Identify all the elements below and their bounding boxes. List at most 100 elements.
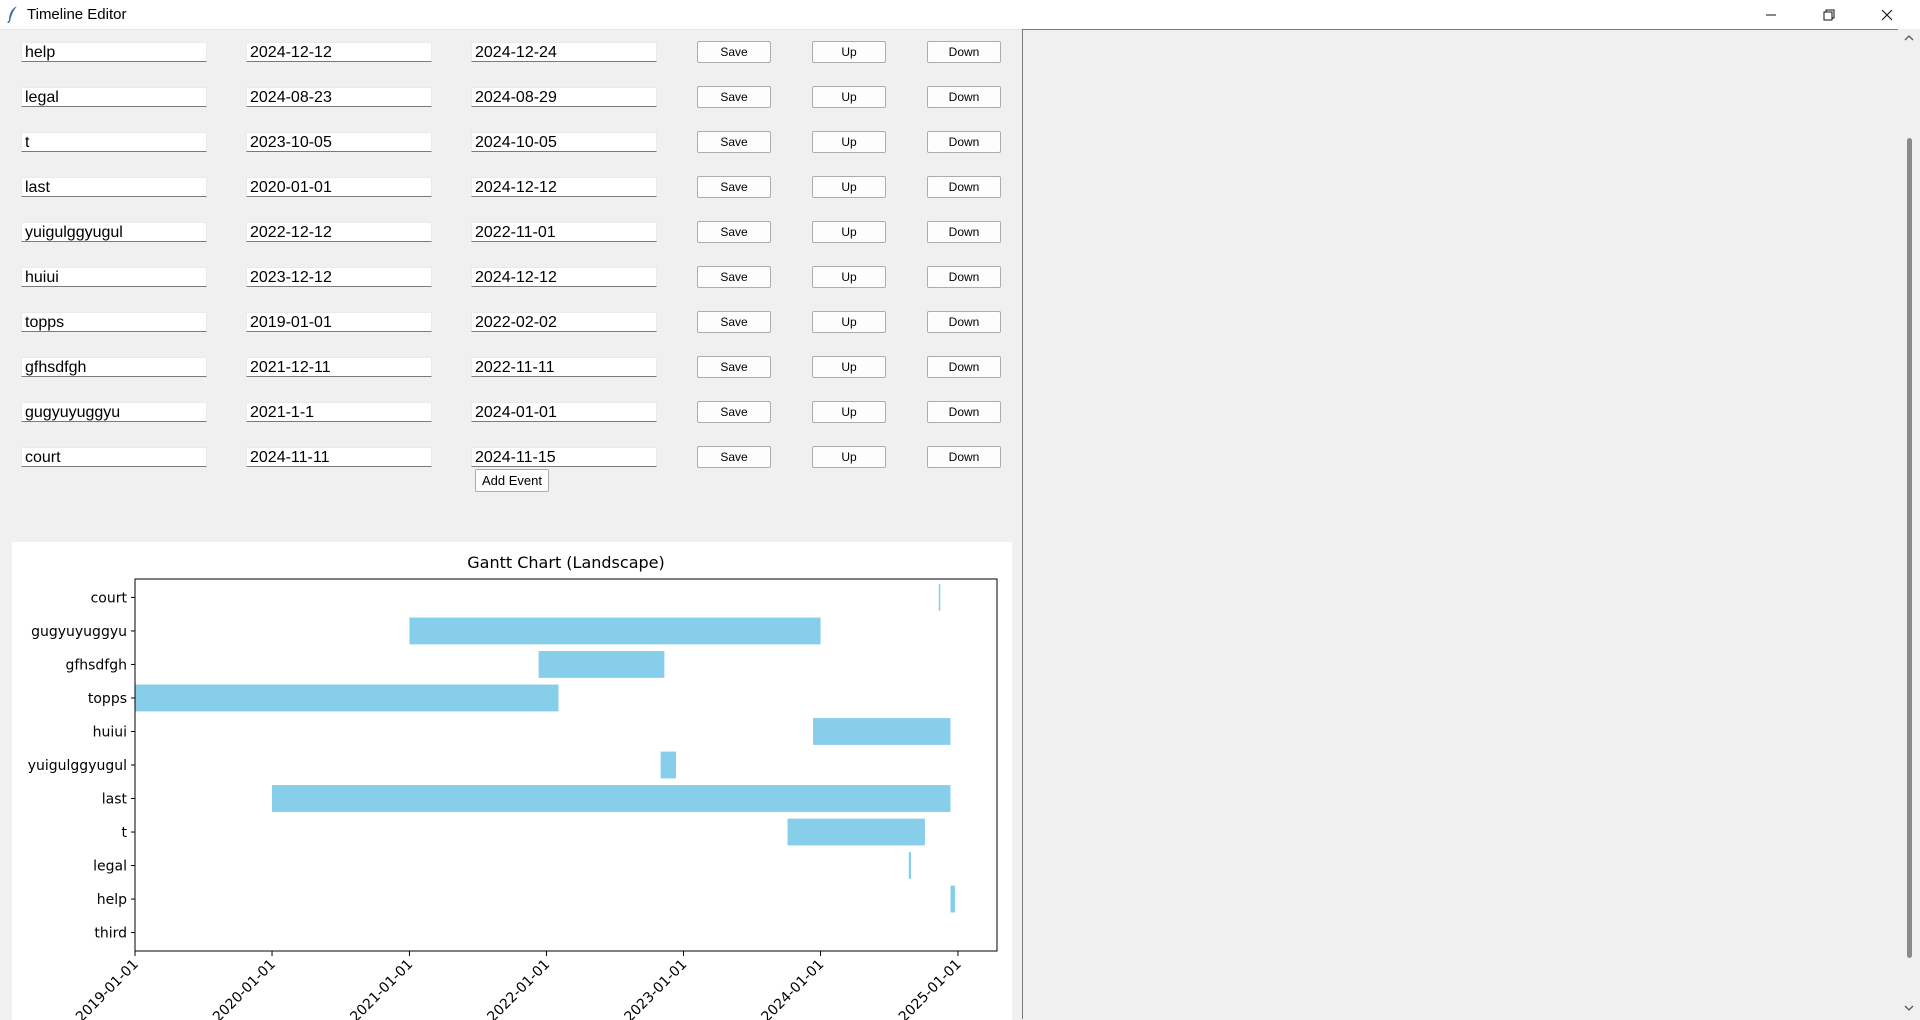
event-name-field[interactable]: help (21, 42, 207, 62)
move-up-button[interactable]: Up (812, 41, 886, 63)
event-start-field[interactable]: 2020-01-01 (246, 177, 432, 197)
move-down-button[interactable]: Down (927, 131, 1001, 153)
gantt-bar (272, 785, 951, 812)
gantt-bar (813, 718, 951, 745)
event-end-field[interactable]: 2024-12-24 (471, 42, 657, 62)
event-start-field[interactable]: 2021-12-11 (246, 357, 432, 377)
close-button[interactable] (1858, 0, 1916, 29)
y-tick-label: legal (93, 859, 127, 875)
move-down-button[interactable]: Down (927, 41, 1001, 63)
move-down-button[interactable]: Down (927, 356, 1001, 378)
save-button[interactable]: Save (697, 446, 771, 468)
event-row: gugyuyuggyu 2021-1-1 2024-01-01 Save Up Down (0, 385, 1022, 430)
event-end-field[interactable]: 2024-08-29 (471, 87, 657, 107)
move-up-button[interactable]: Up (812, 86, 886, 108)
move-down-button[interactable]: Down (927, 176, 1001, 198)
gantt-chart: Gantt Chart (Landscape) third help legal t la… (28, 553, 998, 1020)
move-up-button[interactable]: Up (812, 221, 886, 243)
save-button[interactable]: Save (697, 86, 771, 108)
save-button[interactable]: Save (697, 311, 771, 333)
event-name-field[interactable]: topps (21, 312, 207, 332)
gantt-bar (908, 852, 912, 879)
event-name-field[interactable]: gugyuyuggyu (21, 402, 207, 422)
event-name-field[interactable]: yuigulggyugul (21, 222, 207, 242)
event-end-field[interactable]: 2024-12-12 (471, 267, 657, 287)
gantt-bar (660, 751, 677, 779)
save-button[interactable]: Save (697, 221, 771, 243)
event-row: last 2020-01-01 2024-12-12 Save Up Down (0, 160, 1022, 205)
event-start-field[interactable]: 2022-12-12 (246, 222, 432, 242)
event-end-field[interactable]: 2024-10-05 (471, 132, 657, 152)
move-down-button[interactable]: Down (927, 446, 1001, 468)
y-tick-label: help (97, 892, 127, 908)
move-up-button[interactable]: Up (812, 131, 886, 153)
chart-title: Gantt Chart (Landscape) (467, 553, 664, 572)
move-down-button[interactable]: Down (927, 311, 1001, 333)
x-tick-label: 2021-01-01 (347, 957, 416, 1020)
event-start-field[interactable]: 2019-01-01 (246, 312, 432, 332)
move-up-button[interactable]: Up (812, 446, 886, 468)
event-row: yuigulggyugul 2022-12-12 2022-11-01 Save Up D… (0, 205, 1022, 250)
gantt-bar (409, 617, 821, 645)
gantt-bar (950, 885, 955, 913)
move-up-button[interactable]: Up (812, 266, 886, 288)
event-start-field[interactable]: 2023-12-12 (246, 267, 432, 287)
save-button[interactable]: Save (697, 131, 771, 153)
minimize-icon (1766, 14, 1776, 15)
save-button[interactable]: Save (697, 41, 771, 63)
x-tick-label: 2023-01-01 (621, 957, 690, 1020)
event-start-field[interactable]: 2021-1-1 (246, 402, 432, 422)
event-end-field[interactable]: 2024-11-15 (471, 447, 657, 467)
y-tick-label: gugyuyuggyu (31, 624, 127, 640)
x-tick-label: 2022-01-01 (484, 957, 553, 1020)
event-end-field[interactable]: 2022-02-02 (471, 312, 657, 332)
scroll-down-arrow-icon[interactable] (1903, 1003, 1915, 1013)
move-down-button[interactable]: Down (927, 401, 1001, 423)
event-end-field[interactable]: 2022-11-01 (471, 222, 657, 242)
event-name-field[interactable]: last (21, 177, 207, 197)
event-row: t 2023-10-05 2024-10-05 Save Up Down (0, 115, 1022, 160)
restore-icon (1823, 9, 1835, 20)
title-bar: Timeline Editor (0, 0, 1920, 30)
event-name-field[interactable]: legal (21, 87, 207, 107)
gantt-bar (135, 684, 559, 712)
minimize-button[interactable] (1742, 0, 1800, 29)
scrollbar-thumb[interactable] (1907, 138, 1912, 958)
move-up-button[interactable]: Up (812, 401, 886, 423)
move-up-button[interactable]: Up (812, 356, 886, 378)
event-row: huiui 2023-12-12 2024-12-12 Save Up Down (0, 250, 1022, 295)
gantt-chart-panel: Gantt Chart (Landscape) third help legal t la… (12, 542, 1012, 1020)
x-tick-label: 2020-01-01 (210, 957, 279, 1020)
event-row: legal 2024-08-23 2024-08-29 Save Up Down (0, 70, 1022, 115)
event-row: topps 2019-01-01 2022-02-02 Save Up Down (0, 295, 1022, 340)
move-up-button[interactable]: Up (812, 311, 886, 333)
event-end-field[interactable]: 2022-11-11 (471, 357, 657, 377)
event-start-field[interactable]: 2024-12-12 (246, 42, 432, 62)
event-start-field[interactable]: 2023-10-05 (246, 132, 432, 152)
event-start-field[interactable]: 2024-11-11 (246, 447, 432, 467)
save-button[interactable]: Save (697, 176, 771, 198)
move-up-button[interactable]: Up (812, 176, 886, 198)
editor-panel: help 2024-12-12 2024-12-24 Save Up Down legal 2… (0, 29, 1022, 1020)
event-name-field[interactable]: t (21, 132, 207, 152)
save-button[interactable]: Save (697, 266, 771, 288)
add-event-button[interactable]: Add Event (475, 469, 549, 492)
event-name-field[interactable]: court (21, 447, 207, 467)
x-tick-label: 2019-01-01 (73, 957, 142, 1020)
move-down-button[interactable]: Down (927, 221, 1001, 243)
close-icon (1881, 9, 1893, 20)
save-button[interactable]: Save (697, 356, 771, 378)
gantt-bar (538, 651, 665, 678)
move-down-button[interactable]: Down (927, 86, 1001, 108)
right-canvas-area (1022, 29, 1898, 1019)
event-end-field[interactable]: 2024-12-12 (471, 177, 657, 197)
event-start-field[interactable]: 2024-08-23 (246, 87, 432, 107)
event-name-field[interactable]: huiui (21, 267, 207, 287)
restore-button[interactable] (1800, 0, 1858, 29)
event-name-field[interactable]: gfhsdfgh (21, 357, 207, 377)
event-end-field[interactable]: 2024-01-01 (471, 402, 657, 422)
move-down-button[interactable]: Down (927, 266, 1001, 288)
scroll-up-arrow-icon[interactable] (1903, 33, 1915, 43)
y-tick-label: court (91, 590, 128, 606)
save-button[interactable]: Save (697, 401, 771, 423)
